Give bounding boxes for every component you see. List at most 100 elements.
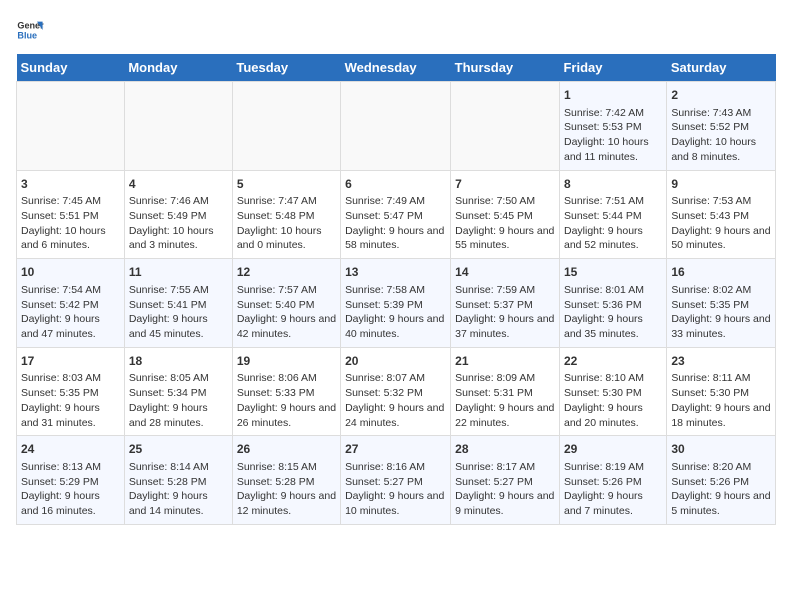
- calendar-cell: 28Sunrise: 8:17 AMSunset: 5:27 PMDayligh…: [451, 436, 560, 525]
- day-info: Sunset: 5:27 PM: [455, 475, 555, 490]
- day-info: Sunrise: 8:20 AM: [671, 460, 771, 475]
- day-info: Daylight: 9 hours and 47 minutes.: [21, 312, 120, 341]
- day-info: Daylight: 9 hours and 26 minutes.: [237, 401, 336, 430]
- day-number: 9: [671, 176, 771, 193]
- day-info: Daylight: 9 hours and 24 minutes.: [345, 401, 446, 430]
- day-info: Daylight: 10 hours and 6 minutes.: [21, 224, 120, 253]
- day-number: 17: [21, 353, 120, 370]
- day-number: 25: [129, 441, 228, 458]
- day-info: Daylight: 9 hours and 16 minutes.: [21, 489, 120, 518]
- day-info: Sunset: 5:48 PM: [237, 209, 336, 224]
- day-info: Daylight: 9 hours and 35 minutes.: [564, 312, 662, 341]
- calendar-week-2: 3Sunrise: 7:45 AMSunset: 5:51 PMDaylight…: [17, 170, 776, 259]
- day-info: Sunset: 5:41 PM: [129, 298, 228, 313]
- day-info: Sunset: 5:26 PM: [671, 475, 771, 490]
- calendar-cell: 8Sunrise: 7:51 AMSunset: 5:44 PMDaylight…: [559, 170, 666, 259]
- calendar-cell: [451, 82, 560, 171]
- day-info: Daylight: 9 hours and 22 minutes.: [455, 401, 555, 430]
- day-number: 8: [564, 176, 662, 193]
- calendar-cell: 19Sunrise: 8:06 AMSunset: 5:33 PMDayligh…: [232, 347, 340, 436]
- day-info: Daylight: 9 hours and 9 minutes.: [455, 489, 555, 518]
- calendar-cell: 30Sunrise: 8:20 AMSunset: 5:26 PMDayligh…: [667, 436, 776, 525]
- day-number: 29: [564, 441, 662, 458]
- calendar-cell: 15Sunrise: 8:01 AMSunset: 5:36 PMDayligh…: [559, 259, 666, 348]
- day-info: Daylight: 10 hours and 3 minutes.: [129, 224, 228, 253]
- day-info: Sunrise: 8:17 AM: [455, 460, 555, 475]
- calendar-cell: 11Sunrise: 7:55 AMSunset: 5:41 PMDayligh…: [124, 259, 232, 348]
- calendar-cell: 16Sunrise: 8:02 AMSunset: 5:35 PMDayligh…: [667, 259, 776, 348]
- day-number: 19: [237, 353, 336, 370]
- day-info: Daylight: 9 hours and 20 minutes.: [564, 401, 662, 430]
- calendar-cell: 26Sunrise: 8:15 AMSunset: 5:28 PMDayligh…: [232, 436, 340, 525]
- calendar-cell: 25 Sunrise: 8:14 AMSunset: 5:28 PMDayligh…: [124, 436, 232, 525]
- day-info: Sunset: 5:33 PM: [237, 386, 336, 401]
- header-wednesday: Wednesday: [341, 54, 451, 82]
- day-info: Daylight: 9 hours and 28 minutes.: [129, 401, 228, 430]
- day-info: Daylight: 10 hours and 0 minutes.: [237, 224, 336, 253]
- day-info: Daylight: 9 hours and 42 minutes.: [237, 312, 336, 341]
- day-info: Sunset: 5:30 PM: [671, 386, 771, 401]
- day-info: Daylight: 9 hours and 12 minutes.: [237, 489, 336, 518]
- day-number: 21: [455, 353, 555, 370]
- calendar-cell: 9Sunrise: 7:53 AMSunset: 5:43 PMDaylight…: [667, 170, 776, 259]
- header-tuesday: Tuesday: [232, 54, 340, 82]
- day-info: Sunset: 5:31 PM: [455, 386, 555, 401]
- day-info: Sunrise: 8:14 AM: [129, 460, 228, 475]
- day-info: Sunset: 5:40 PM: [237, 298, 336, 313]
- day-info: Sunrise: 7:49 AM: [345, 194, 446, 209]
- day-info: Sunset: 5:34 PM: [129, 386, 228, 401]
- day-info: Sunset: 5:49 PM: [129, 209, 228, 224]
- day-number: 4: [129, 176, 228, 193]
- day-number: 20: [345, 353, 446, 370]
- day-info: Sunrise: 8:15 AM: [237, 460, 336, 475]
- day-number: 16: [671, 264, 771, 281]
- calendar-cell: [124, 82, 232, 171]
- calendar-cell: 1Sunrise: 7:42 AMSunset: 5:53 PMDaylight…: [559, 82, 666, 171]
- day-number: 3: [21, 176, 120, 193]
- day-info: Sunrise: 7:59 AM: [455, 283, 555, 298]
- day-info: Sunrise: 8:01 AM: [564, 283, 662, 298]
- calendar-header-row: SundayMondayTuesdayWednesdayThursdayFrid…: [17, 54, 776, 82]
- day-info: Sunset: 5:44 PM: [564, 209, 662, 224]
- calendar-cell: 4Sunrise: 7:46 AMSunset: 5:49 PMDaylight…: [124, 170, 232, 259]
- day-info: Sunset: 5:28 PM: [129, 475, 228, 490]
- day-info: Sunset: 5:30 PM: [564, 386, 662, 401]
- header-saturday: Saturday: [667, 54, 776, 82]
- calendar-week-1: 1Sunrise: 7:42 AMSunset: 5:53 PMDaylight…: [17, 82, 776, 171]
- calendar-cell: 23Sunrise: 8:11 AMSunset: 5:30 PMDayligh…: [667, 347, 776, 436]
- calendar-cell: 7Sunrise: 7:50 AMSunset: 5:45 PMDaylight…: [451, 170, 560, 259]
- day-info: Sunrise: 7:54 AM: [21, 283, 120, 298]
- day-info: Sunrise: 8:05 AM: [129, 371, 228, 386]
- day-info: Sunset: 5:36 PM: [564, 298, 662, 313]
- day-info: Sunset: 5:39 PM: [345, 298, 446, 313]
- day-info: Sunset: 5:45 PM: [455, 209, 555, 224]
- day-info: Sunrise: 8:07 AM: [345, 371, 446, 386]
- day-info: Daylight: 9 hours and 7 minutes.: [564, 489, 662, 518]
- day-number: 22: [564, 353, 662, 370]
- day-info: Daylight: 9 hours and 5 minutes.: [671, 489, 771, 518]
- day-number: 11: [129, 264, 228, 281]
- day-info: Daylight: 9 hours and 52 minutes.: [564, 224, 662, 253]
- header-sunday: Sunday: [17, 54, 125, 82]
- day-number: 23: [671, 353, 771, 370]
- day-info: Daylight: 9 hours and 14 minutes.: [129, 489, 228, 518]
- calendar-cell: 21Sunrise: 8:09 AMSunset: 5:31 PMDayligh…: [451, 347, 560, 436]
- day-info: Sunset: 5:28 PM: [237, 475, 336, 490]
- day-info: Sunrise: 8:09 AM: [455, 371, 555, 386]
- calendar-cell: 22Sunrise: 8:10 AMSunset: 5:30 PMDayligh…: [559, 347, 666, 436]
- day-number: 2: [671, 87, 771, 104]
- calendar-cell: 27Sunrise: 8:16 AMSunset: 5:27 PMDayligh…: [341, 436, 451, 525]
- day-info: Sunrise: 7:43 AM: [671, 106, 771, 121]
- day-number: 14: [455, 264, 555, 281]
- day-number: 1: [564, 87, 662, 104]
- calendar-cell: 2Sunrise: 7:43 AMSunset: 5:52 PMDaylight…: [667, 82, 776, 171]
- day-info: Sunrise: 7:53 AM: [671, 194, 771, 209]
- day-info: Sunrise: 7:42 AM: [564, 106, 662, 121]
- logo-icon: General Blue: [16, 16, 44, 44]
- day-info: Sunrise: 8:03 AM: [21, 371, 120, 386]
- calendar-cell: 29Sunrise: 8:19 AMSunset: 5:26 PMDayligh…: [559, 436, 666, 525]
- header-monday: Monday: [124, 54, 232, 82]
- day-number: 7: [455, 176, 555, 193]
- day-info: Daylight: 9 hours and 31 minutes.: [21, 401, 120, 430]
- day-info: Sunrise: 8:13 AM: [21, 460, 120, 475]
